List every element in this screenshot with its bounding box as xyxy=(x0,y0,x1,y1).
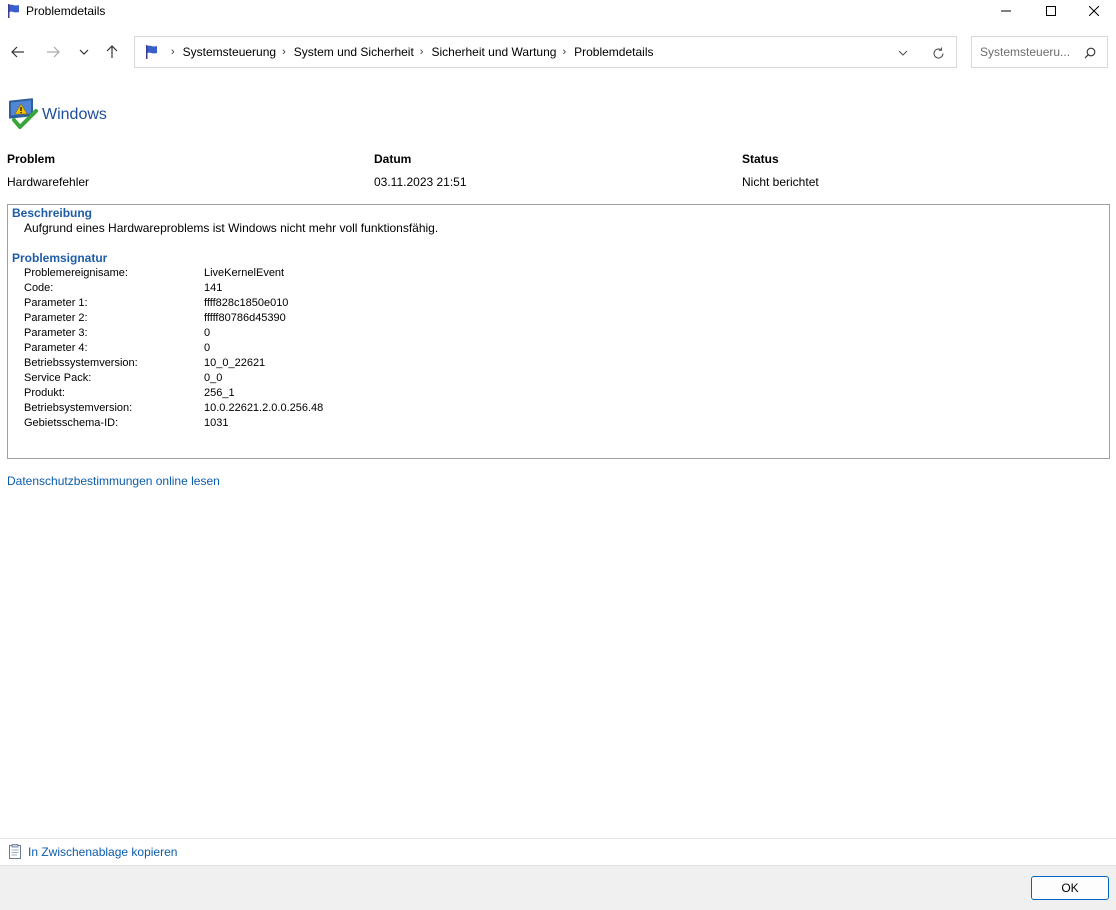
up-button[interactable] xyxy=(100,40,124,64)
description-title: Beschreibung xyxy=(12,206,93,220)
signature-value: fffff80786d45390 xyxy=(204,312,286,324)
signature-key: Service Pack: xyxy=(24,372,92,384)
signature-value: 0 xyxy=(204,327,211,339)
search-input[interactable] xyxy=(980,44,1076,60)
ok-button[interactable]: OK xyxy=(1031,876,1109,900)
problem-value: Hardwarefehler xyxy=(7,175,90,189)
breadcrumb-system-und-sicherheit[interactable]: System und Sicherheit xyxy=(294,45,414,59)
signature-key: Parameter 1: xyxy=(24,297,88,309)
window-title: Problemdetails xyxy=(26,4,106,18)
divider xyxy=(0,838,1116,839)
clipboard-icon[interactable] xyxy=(8,844,22,860)
date-value: 03.11.2023 21:51 xyxy=(374,175,467,189)
chevron-right-icon[interactable]: › xyxy=(282,46,286,58)
address-dropdown-button[interactable] xyxy=(895,45,911,61)
signature-key: Problemereignisame: xyxy=(24,267,128,279)
signature-value: ffff828c1850e010 xyxy=(204,297,289,309)
recent-locations-button[interactable] xyxy=(72,40,96,64)
arrow-left-icon xyxy=(11,46,24,58)
chevron-right-icon[interactable]: › xyxy=(562,46,566,58)
signature-value: 10.0.22621.2.0.0.256.48 xyxy=(204,402,324,414)
chevron-down-icon xyxy=(79,49,89,55)
problem-details-window: Problemdetails › Systemsteuerung › Syste… xyxy=(0,0,1116,910)
signature-value: 141 xyxy=(204,282,223,294)
description-text: Aufgrund eines Hardwareproblems ist Wind… xyxy=(24,221,439,235)
breadcrumb-sicherheit-und-wartung[interactable]: Sicherheit und Wartung xyxy=(431,45,556,59)
signature-key: Betriebssystemversion: xyxy=(24,357,138,369)
title-bar: Problemdetails xyxy=(0,0,1116,22)
signature-key: Parameter 2: xyxy=(24,312,88,324)
minimize-button[interactable] xyxy=(983,0,1029,22)
signature-key: Gebietsschema-ID: xyxy=(24,417,119,429)
chevron-right-icon[interactable]: › xyxy=(171,46,175,58)
problem-details-panel[interactable]: Beschreibung Aufgrund eines Hardwareprob… xyxy=(7,204,1110,459)
signature-value: 0 xyxy=(204,342,211,354)
refresh-icon xyxy=(932,47,944,59)
chevron-right-icon[interactable]: › xyxy=(420,46,424,58)
signature-value: LiveKernelEvent xyxy=(204,267,285,279)
breadcrumb-problemdetails[interactable]: Problemdetails xyxy=(574,45,653,59)
signature-key: Produkt: xyxy=(24,387,65,399)
address-bar[interactable]: › Systemsteuerung › System und Sicherhei… xyxy=(134,36,957,68)
privacy-statement-link[interactable]: Datenschutzbestimmungen online lesen xyxy=(7,474,220,488)
status-column-header: Status xyxy=(742,152,779,166)
search-icon[interactable] xyxy=(1082,45,1098,61)
signature-title: Problemsignatur xyxy=(12,251,108,265)
breadcrumb: › Systemsteuerung › System und Sicherhei… xyxy=(165,37,653,67)
search-box[interactable] xyxy=(971,36,1108,68)
arrow-up-icon xyxy=(106,45,118,58)
flag-icon xyxy=(6,3,22,19)
refresh-button[interactable] xyxy=(930,45,946,61)
status-value: Nicht berichtet xyxy=(742,175,819,189)
signature-value: 10_0_22621 xyxy=(204,357,266,369)
flag-icon xyxy=(144,44,160,60)
close-icon xyxy=(1089,6,1099,16)
signature-key: Code: xyxy=(24,282,54,294)
forward-button[interactable] xyxy=(41,40,65,64)
dialog-footer: OK xyxy=(0,865,1116,910)
breadcrumb-systemsteuerung[interactable]: Systemsteuerung xyxy=(183,45,276,59)
signature-value: 0_0 xyxy=(204,372,223,384)
problem-column-header: Problem xyxy=(7,152,56,166)
arrow-right-icon xyxy=(47,46,60,58)
navigation-bar: › Systemsteuerung › System und Sicherhei… xyxy=(0,22,1116,82)
close-button[interactable] xyxy=(1071,0,1116,22)
copy-to-clipboard-link[interactable]: In Zwischenablage kopieren xyxy=(28,845,177,859)
windows-problem-report-icon xyxy=(6,98,40,132)
date-column-header: Datum xyxy=(374,152,412,166)
signature-key: Betriebsystemversion: xyxy=(24,402,133,414)
chevron-down-icon xyxy=(898,50,908,56)
signature-key: Parameter 4: xyxy=(24,342,88,354)
back-button[interactable] xyxy=(6,40,30,64)
maximize-button[interactable] xyxy=(1028,0,1074,22)
page-title: Windows xyxy=(42,106,107,123)
maximize-icon xyxy=(1046,6,1056,16)
signature-key: Parameter 3: xyxy=(24,327,88,339)
signature-value: 256_1 xyxy=(204,387,235,399)
minimize-icon xyxy=(1001,10,1011,12)
signature-value: 1031 xyxy=(204,417,229,429)
